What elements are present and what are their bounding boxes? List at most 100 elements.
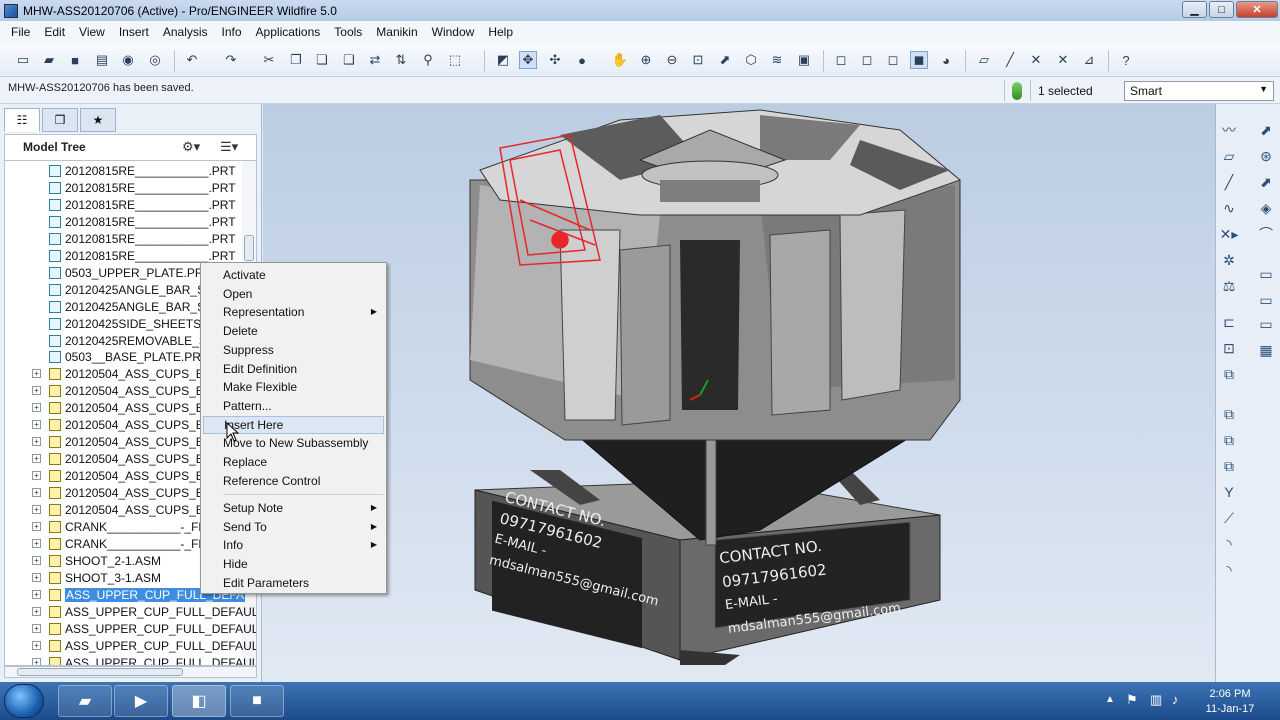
tree-settings-icon[interactable]: ⚙▾ <box>182 139 200 155</box>
menu-edit[interactable]: Edit <box>37 22 72 42</box>
expand-icon[interactable]: + <box>32 623 41 633</box>
layers-icon[interactable]: ≋ <box>768 51 786 69</box>
minimize-button[interactable]: ▁ <box>1182 1 1207 18</box>
wireframe-icon[interactable]: ◻ <box>832 51 850 69</box>
expand-icon[interactable]: + <box>32 521 41 531</box>
context-menu-item[interactable]: Activate <box>203 266 384 284</box>
skeleton-icon[interactable]: ◈ <box>1256 198 1276 218</box>
datum-axis-icon[interactable]: ╱ <box>1219 172 1239 192</box>
menu-window[interactable]: Window <box>425 22 482 42</box>
context-menu-item[interactable]: Suppress <box>203 341 384 359</box>
select-box-icon[interactable]: ⬚ <box>446 51 464 69</box>
close-button[interactable]: ✕ <box>1236 1 1278 18</box>
context-menu-item[interactable]: Hide <box>203 555 384 573</box>
context-menu-item[interactable]: Open <box>203 285 384 303</box>
selection-filter-dropdown[interactable]: Smart ▼ <box>1124 81 1274 101</box>
expand-icon[interactable]: + <box>32 538 41 548</box>
find-icon[interactable]: ⚲ <box>419 51 437 69</box>
coordinate-systems-icon[interactable]: ✕ <box>1054 51 1072 69</box>
expand-icon[interactable]: + <box>32 657 41 665</box>
tree-row[interactable]: 20120815RE___________.PRT <box>5 197 241 214</box>
regenerate-icon[interactable]: ⇄ <box>366 51 384 69</box>
zoom-out-icon[interactable]: ⊖ <box>663 51 681 69</box>
expand-icon[interactable]: + <box>32 606 41 616</box>
datum-planes-icon[interactable]: ▱ <box>975 51 993 69</box>
assemble-icon[interactable]: ⊛ <box>1256 146 1276 166</box>
menu-insert[interactable]: Insert <box>112 22 156 42</box>
pan-hand-icon[interactable]: ✋ <box>611 51 629 69</box>
menu-view[interactable]: View <box>72 22 112 42</box>
menu-applications[interactable]: Applications <box>249 22 328 42</box>
tree-row[interactable]: 20120815RE___________.PRT <box>5 180 241 197</box>
enhanced-realism-icon[interactable]: ◕ <box>937 51 955 69</box>
sketched-datum-icon[interactable]: ⬈ <box>1256 120 1276 140</box>
context-menu-item[interactable]: Delete <box>203 322 384 340</box>
datum-points-icon[interactable]: ✕ <box>1027 51 1045 69</box>
expand-icon[interactable]: + <box>32 505 41 514</box>
sketch-icon[interactable]: 〰 <box>1219 120 1239 140</box>
regenerate-manager-icon[interactable]: ⇅ <box>392 51 410 69</box>
tree-row[interactable]: + ASS_UPPER_CUP_FULL_DEFAULT_- <box>5 604 256 621</box>
recorder-taskbar-icon[interactable]: ■ <box>230 685 284 717</box>
expand-icon[interactable]: + <box>32 572 41 582</box>
context-menu-item[interactable]: Edit Parameters <box>203 574 384 592</box>
expand-icon[interactable]: + <box>32 555 41 565</box>
repaint-icon[interactable]: ◩ <box>494 51 512 69</box>
saved-views-icon[interactable]: ⬡ <box>742 51 760 69</box>
expand-icon[interactable]: + <box>32 454 41 464</box>
paste-special-icon[interactable]: ❑ <box>340 51 358 69</box>
analysis-feature-icon[interactable]: ⚖ <box>1219 276 1239 296</box>
expand-icon[interactable]: + <box>32 488 41 498</box>
action-center-icon[interactable]: ⚑ <box>1126 692 1138 708</box>
save-icon[interactable]: ■ <box>66 51 84 69</box>
proe-taskbar-icon[interactable]: ◧ <box>172 685 226 717</box>
reorient-icon[interactable]: ⬈ <box>716 51 734 69</box>
grid-icon[interactable]: ▦ <box>1256 340 1276 360</box>
print-icon[interactable]: ▤ <box>93 51 111 69</box>
shading-icon[interactable]: ● <box>573 51 591 69</box>
tab-model-tree[interactable]: ☷ <box>4 108 40 132</box>
datum-point-icon[interactable]: ✕▸ <box>1219 224 1239 244</box>
graphics-window[interactable]: CONTACT NO. 09717961602 E-MAIL - mdsalma… <box>263 104 1215 682</box>
context-menu-item[interactable]: Reference Control <box>203 472 384 490</box>
refit-icon[interactable]: ⊡ <box>689 51 707 69</box>
context-menu-item[interactable]: Setup Note ▶ <box>203 499 384 517</box>
expand-icon[interactable]: + <box>32 471 41 481</box>
context-menu-item[interactable]: Make Flexible <box>203 378 384 396</box>
menu-file[interactable]: File <box>4 22 37 42</box>
package-icon[interactable]: ⌒ <box>1256 224 1276 244</box>
new-file-icon[interactable]: ▭ <box>14 51 32 69</box>
tab-folder-browser[interactable]: ❒ <box>42 108 78 132</box>
coordinate-system-icon[interactable]: ✲ <box>1219 250 1239 270</box>
menu-analysis[interactable]: Analysis <box>156 22 215 42</box>
expand-icon[interactable]: + <box>32 420 41 430</box>
cut-out-icon[interactable]: ⧉ <box>1219 456 1239 476</box>
mirror-icon[interactable]: ⧉ <box>1219 364 1239 384</box>
undo-icon[interactable]: ↶ <box>183 51 201 69</box>
expand-icon[interactable]: + <box>32 386 41 396</box>
view-manager-icon[interactable]: ▣ <box>795 51 813 69</box>
context-menu-item[interactable]: Send To ▶ <box>203 518 384 536</box>
expand-icon[interactable]: + <box>32 437 41 447</box>
hole-icon[interactable]: ⊏ <box>1219 312 1239 332</box>
send-mail-icon[interactable]: ◉ <box>119 51 137 69</box>
tree-row[interactable]: 20120815RE___________.PRT <box>5 214 241 231</box>
tree-row[interactable]: 20120815RE___________.PRT <box>5 163 241 180</box>
merge-icon[interactable]: ⧉ <box>1219 430 1239 450</box>
system-clock[interactable]: 2:06 PM 11-Jan-17 <box>1202 687 1258 717</box>
datum-axes-icon[interactable]: ╱ <box>1001 51 1019 69</box>
tree-row[interactable]: + ASS_UPPER_CUP_FULL_DEFAULT_- <box>5 655 256 665</box>
hidden-line-icon[interactable]: ◻ <box>858 51 876 69</box>
context-menu-item[interactable]: Replace <box>203 453 384 471</box>
tree-scroll-thumb[interactable] <box>244 235 254 261</box>
menu-help[interactable]: Help <box>481 22 520 42</box>
expand-icon[interactable]: + <box>32 369 41 379</box>
trim-icon[interactable]: Y <box>1219 482 1239 502</box>
show-hidden-icons[interactable]: ▲ <box>1105 694 1115 705</box>
menu-tools[interactable]: Tools <box>327 22 369 42</box>
context-menu-item[interactable]: Info ▶ <box>203 536 384 554</box>
no-hidden-icon[interactable]: ◻ <box>884 51 902 69</box>
shaded-icon[interactable]: ◼ <box>910 51 928 69</box>
explorer-taskbar-icon[interactable]: ▰ <box>58 685 112 717</box>
create-component-icon[interactable]: ⬈ <box>1256 172 1276 192</box>
